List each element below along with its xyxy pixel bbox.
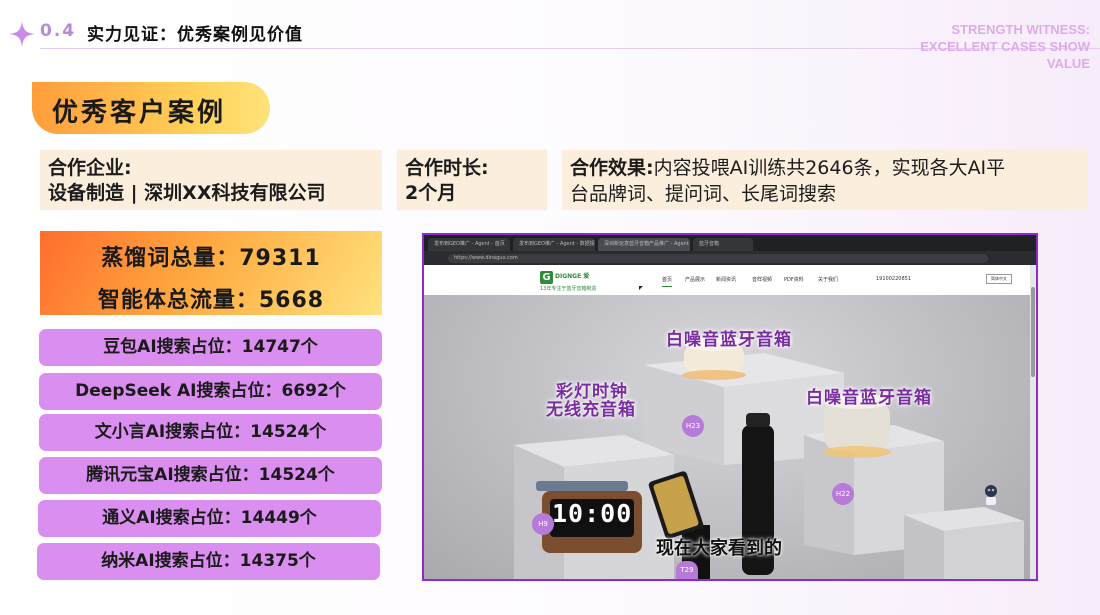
banner-title: 优秀客户案例 [52, 98, 227, 128]
mouse-cursor-icon [639, 286, 643, 290]
product-badge: H23 [682, 415, 704, 437]
ranking-tongyi: 通义AI搜索占位：14449个 [38, 500, 381, 537]
section-title: 实力见证：优秀案例见价值 [87, 25, 303, 45]
ranking-deepseek: DeepSeek AI搜索占位：6692个 [39, 373, 382, 410]
product-badge: T29 [676, 561, 698, 579]
caption-clock-line2: 无线充音箱 [546, 400, 636, 420]
duration-label: 合作时长: [405, 157, 489, 179]
page-scrollbar[interactable] [1030, 265, 1036, 579]
site-logo[interactable]: G DIGNGE 爱 13年专注于蓝牙音箱制造 [540, 271, 612, 292]
phone-number: 19100220851 [876, 276, 911, 282]
company-value: 设备制造 | 深圳XX科技有限公司 [48, 182, 326, 204]
browser-address-bar: https://www.dinaguo.com [424, 251, 1036, 265]
nav-videos[interactable]: 音样视频 [752, 276, 772, 283]
logo-name: DIGNGE 爱 [555, 273, 590, 280]
distill-words-total: 蒸馏词总量：79311 [101, 246, 321, 271]
logo-tagline: 13年专注于蓝牙音箱制造 [540, 286, 597, 292]
sparkle-icon [9, 21, 35, 47]
clock-display: 10:00 [552, 499, 633, 528]
website-screenshot: 发布到GEO推广 - Agent - 首页 发布到GEO推广 - Agent -… [422, 233, 1038, 581]
ranking-doubao: 豆包AI搜索占位：14747个 [39, 329, 382, 366]
browser-tab-bar: 发布到GEO推广 - Agent - 首页 发布到GEO推广 - Agent -… [424, 235, 1036, 251]
browser-tab[interactable]: 蓝牙音箱 [693, 238, 753, 251]
company-label: 合作企业: [48, 157, 132, 179]
ranking-nami: 纳米AI搜索占位：14375个 [37, 543, 380, 580]
nav-news[interactable]: 新闻资讯 [716, 276, 736, 283]
duration-card: 合作时长: 2个月 [397, 150, 547, 210]
browser-tab[interactable]: 深圳新玩意蓝牙音箱产品推广 - Agent [598, 238, 690, 251]
nav-home[interactable]: 首页 [662, 276, 673, 287]
duration-value: 2个月 [405, 182, 457, 204]
company-card: 合作企业: 设备制造 | 深圳XX科技有限公司 [40, 150, 382, 210]
site-header: G DIGNGE 爱 13年专注于蓝牙音箱制造 首页 产品展示 新闻资讯 音样视… [424, 265, 1030, 295]
effect-label: 合作效果: [570, 157, 654, 179]
language-selector[interactable]: 简体中文 [986, 274, 1012, 284]
caption-top-speaker: 白噪音蓝牙音箱 [666, 330, 792, 350]
logo-mark: G [540, 271, 553, 284]
video-subtitle: 现在大家看到的 [656, 538, 782, 559]
browser-tab[interactable]: 发布到GEO推广 - Agent - 首页 [428, 238, 510, 251]
caption-right-speaker: 白噪音蓝牙音箱 [806, 388, 932, 408]
product-badge: H22 [832, 483, 854, 505]
agent-traffic-total: 智能体总流量：5668 [97, 288, 325, 313]
english-section-title: STRENGTH WITNESS: EXCELLENT CASES SHOW V… [920, 22, 1090, 71]
section-number: 0.4 [40, 21, 77, 41]
ranking-wenxiaoyan: 文小言AI搜索占位：14524个 [39, 414, 382, 451]
url-field[interactable]: https://www.dinaguo.com [448, 254, 988, 263]
scroll-thumb[interactable] [1031, 287, 1035, 377]
nav-products[interactable]: 产品展示 [685, 276, 705, 283]
nav-about[interactable]: 关于我们 [818, 276, 838, 283]
ranking-yuanbao: 腾讯元宝AI搜索占位：14524个 [39, 457, 382, 494]
nav-pdf[interactable]: PDF资料 [784, 276, 804, 283]
effect-card: 合作效果:内容投喂AI训练共2646条，实现各大AI平 台品牌词、提问词、长尾词… [562, 150, 1087, 210]
browser-tab[interactable]: 发布到GEO推广 - Agent - 数据报表 [513, 238, 595, 251]
product-badge: H9 [532, 513, 554, 535]
effect-line-1: 内容投喂AI训练共2646条，实现各大AI平 [653, 157, 1006, 179]
url-text: https://www.dinaguo.com [454, 255, 518, 261]
effect-line-2: 台品牌词、提问词、长尾词搜索 [570, 183, 837, 205]
